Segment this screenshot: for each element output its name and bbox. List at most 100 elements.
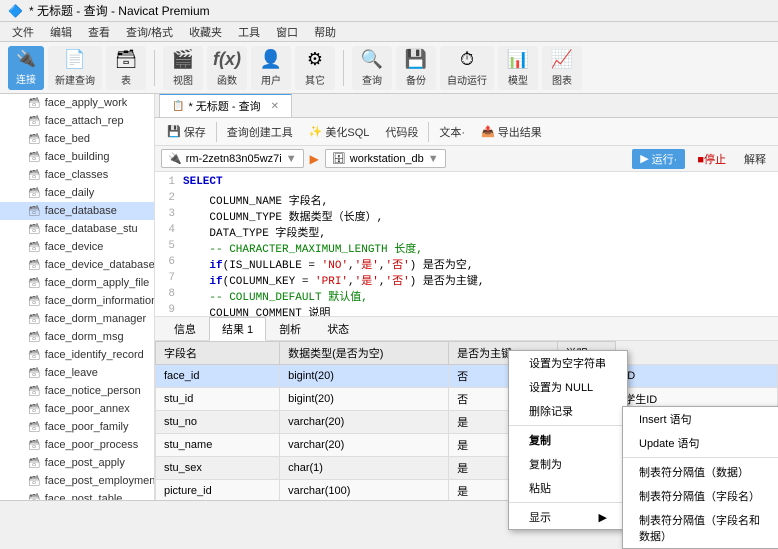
sub-context-menu-item[interactable]: 制表符分隔值（字段名和数据） (623, 508, 778, 548)
video-button[interactable]: 🎬 视图 (163, 46, 203, 90)
sidebar-item-face_classes[interactable]: 🗃face_classes (0, 166, 154, 184)
sidebar: 🗃face_apply_work🗃face_attach_rep🗃face_be… (0, 94, 155, 500)
code-text: -- CHARACTER_MAXIMUM_LENGTH 长度, (183, 240, 778, 256)
sidebar-item-face_dorm_msg[interactable]: 🗃face_dorm_msg (0, 328, 154, 346)
sidebar-item-face_post_table[interactable]: 🗃 face_post_table (0, 490, 154, 500)
sidebar-item-face_dorm_information[interactable]: 🗃face_dorm_information (0, 292, 154, 310)
context-menu-item[interactable]: 设置为 NULL (509, 375, 627, 399)
result-tab-2[interactable]: 剖析 (266, 317, 314, 341)
sidebar-item-face_apply_work[interactable]: 🗃face_apply_work (0, 94, 154, 112)
col-header-type[interactable]: 数据类型(是否为空) (280, 342, 449, 365)
beautify-button[interactable]: ✨ 美化SQL (303, 122, 376, 142)
menu-item-收藏夹[interactable]: 收藏夹 (181, 22, 230, 42)
sidebar-item-face_database_stu[interactable]: 🗃face_database_stu (0, 220, 154, 238)
text-button[interactable]: 文本· (433, 122, 471, 142)
table-icon: 🗃 (28, 386, 41, 397)
sidebar-item-face_device_database[interactable]: 🗃face_device_database (0, 256, 154, 274)
context-menu-item[interactable]: 删除记录 (509, 399, 627, 423)
menu-item-查询/格式[interactable]: 查询/格式 (118, 22, 181, 42)
result-tab-1[interactable]: 结果 1 (209, 317, 266, 341)
sub-context-menu-item[interactable]: Update 语句 (623, 431, 778, 455)
context-menu-item[interactable]: 复制为 (509, 452, 627, 476)
query-toolbar: 💾 保存 查询创建工具 ✨ 美化SQL 代码段 文本· 📤 导出结果 (155, 118, 778, 146)
save-button[interactable]: 💾 保存 (161, 122, 212, 142)
sidebar-item-label: face_poor_process (45, 439, 139, 451)
context-menu-item[interactable]: 设置为空字符串 (509, 351, 627, 375)
sidebar-item-label: face_dorm_msg (45, 331, 124, 343)
sub-context-menu-item[interactable]: Insert 语句 (623, 407, 778, 431)
sidebar-item-face_post_employment[interactable]: 🗃face_post_employment (0, 472, 154, 490)
export-button[interactable]: 📤 导出结果 (475, 122, 548, 142)
sidebar-item-face_poor_process[interactable]: 🗃face_poor_process (0, 436, 154, 454)
sidebar-item-face_leave[interactable]: 🗃face_leave (0, 364, 154, 382)
query-editor[interactable]: 1SELECT2 COLUMN_NAME 字段名,3 COLUMN_TYPE 数… (155, 172, 778, 317)
sidebar-item-face_daily[interactable]: 🗃face_daily (0, 184, 154, 202)
sidebar-item-label: face_identify_record (45, 349, 144, 361)
connection-selector[interactable]: 🔌 rm-2zetn83n05wz7i ▼ (161, 149, 304, 168)
sub-context-menu-item[interactable]: 制表符分隔值（字段名） (623, 484, 778, 508)
result-tab-3[interactable]: 状态 (314, 317, 362, 341)
backup-button[interactable]: 💾 备份 (396, 46, 436, 90)
context-menu-item[interactable]: 粘贴 (509, 476, 627, 500)
table-icon: 🗃 (28, 494, 41, 501)
run-button[interactable]: ▶ 运行· (632, 149, 685, 169)
sidebar-item-face_identify_record[interactable]: 🗃face_identify_record (0, 346, 154, 364)
func-button[interactable]: f(x) 函数 (207, 46, 247, 90)
table-button[interactable]: 🗃 表 (106, 46, 146, 90)
model-button[interactable]: 📊 模型 (498, 46, 538, 90)
sub-context-menu-item[interactable]: 制表符分隔值（数据） (623, 460, 778, 484)
sidebar-item-label: face_bed (45, 133, 90, 145)
active-tab[interactable]: 📋 * 无标题 - 查询 ✕ (159, 94, 292, 117)
sidebar-item-face_bed[interactable]: 🗃face_bed (0, 130, 154, 148)
menu-item-编辑[interactable]: 编辑 (42, 22, 80, 42)
sidebar-item-face_building[interactable]: 🗃face_building (0, 148, 154, 166)
context-menu-item[interactable]: 显示▶ (509, 505, 627, 529)
database-selector[interactable]: 🗄 workstation_db ▼ (325, 149, 446, 168)
sidebar-item-label: face_notice_person (45, 385, 141, 397)
cell-name: stu_no (156, 411, 280, 434)
menu-item-查看[interactable]: 查看 (80, 22, 118, 42)
query-builder-button[interactable]: 查询创建工具 (221, 122, 299, 142)
stop-button[interactable]: ■停止 (691, 149, 732, 169)
sidebar-item-face_poor_family[interactable]: 🗃face_poor_family (0, 418, 154, 436)
context-menu-label: 粘贴 (529, 480, 551, 496)
sidebar-item-face_database[interactable]: 🗃face_database (0, 202, 154, 220)
code-text: -- COLUMN_DEFAULT 默认值, (183, 288, 778, 304)
context-menu-item[interactable]: 复制 (509, 428, 627, 452)
menu-item-文件[interactable]: 文件 (4, 22, 42, 42)
menu-item-帮助[interactable]: 帮助 (306, 22, 344, 42)
sidebar-item-face_poor_annex[interactable]: 🗃face_poor_annex (0, 400, 154, 418)
sidebar-item-face_attach_rep[interactable]: 🗃face_attach_rep (0, 112, 154, 130)
code-line: 8 -- COLUMN_DEFAULT 默认值, (155, 288, 778, 304)
user-button[interactable]: 👤 用户 (251, 46, 291, 90)
cell-name: stu_sex (156, 457, 280, 480)
autorun-button[interactable]: ⏱ 自动运行 (440, 46, 494, 90)
sidebar-item-face_dorm_manager[interactable]: 🗃face_dorm_manager (0, 310, 154, 328)
query-button[interactable]: 🔍 查询 (352, 46, 392, 90)
other-button[interactable]: ⚙ 其它 (295, 46, 335, 90)
sidebar-item-face_dorm_apply_file[interactable]: 🗃face_dorm_apply_file (0, 274, 154, 292)
code-text: DATA_TYPE 字段类型, (183, 224, 778, 240)
menu-item-工具[interactable]: 工具 (230, 22, 268, 42)
connect-button[interactable]: 🔌 连接 (8, 46, 44, 90)
new-query-button[interactable]: 📄 新建查询 (48, 46, 102, 90)
sidebar-item-label: face_daily (45, 187, 95, 199)
col-header-name[interactable]: 字段名 (156, 342, 280, 365)
sidebar-item-label: face_leave (45, 367, 98, 379)
sidebar-item-label: face_dorm_manager (45, 313, 147, 325)
table-icon: 🗃 (28, 170, 41, 181)
sidebar-item-face_post_apply[interactable]: 🗃face_post_apply (0, 454, 154, 472)
submenu-arrow-icon: ▶ (599, 511, 607, 524)
chart-button[interactable]: 📈 图表 (542, 46, 582, 90)
sidebar-item-face_notice_person[interactable]: 🗃 face_notice_person (0, 382, 154, 400)
sidebar-item-face_device[interactable]: 🗃face_device (0, 238, 154, 256)
menu-item-窗口[interactable]: 窗口 (268, 22, 306, 42)
context-menu-label: 删除记录 (529, 403, 573, 419)
code-snippet-button[interactable]: 代码段 (379, 122, 424, 142)
code-line: 5 -- CHARACTER_MAXIMUM_LENGTH 长度, (155, 240, 778, 256)
explain-button[interactable]: 解释 (738, 149, 772, 169)
result-tab-0[interactable]: 信息 (161, 317, 209, 341)
tab-close-icon[interactable]: ✕ (271, 101, 279, 112)
table-row[interactable]: face_idbigint(20)否是ID (156, 365, 778, 388)
sidebar-item-label: face_post_table (45, 493, 123, 500)
